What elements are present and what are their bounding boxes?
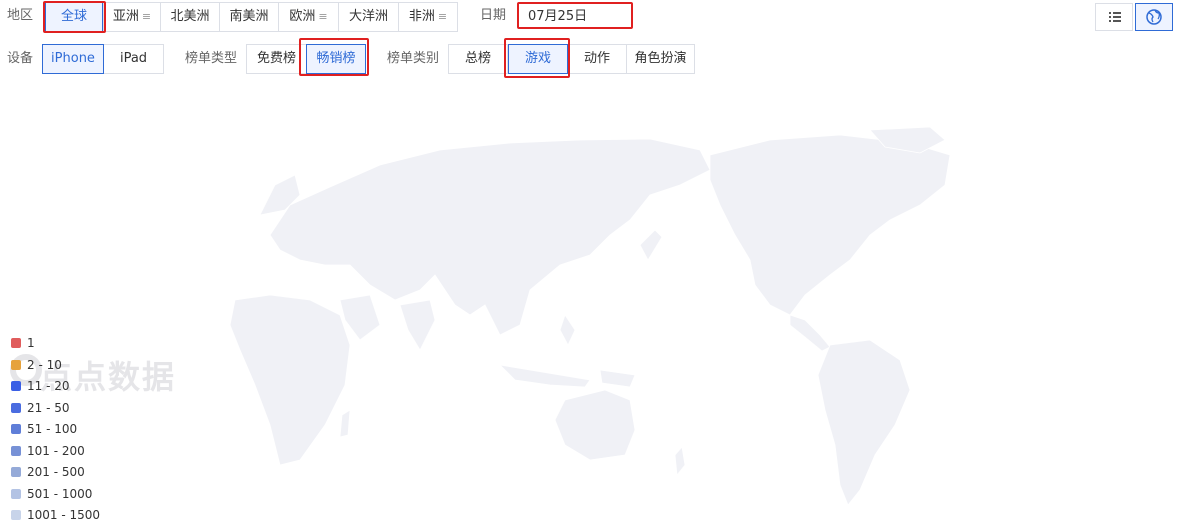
legend-item[interactable]: 11 - 20 xyxy=(11,379,70,393)
category-action[interactable]: 动作 xyxy=(567,44,627,74)
globe-icon xyxy=(1146,9,1162,25)
region-tab-asia[interactable]: 亚洲 ≡ xyxy=(103,2,161,32)
world-map xyxy=(230,126,951,506)
legend-swatch xyxy=(11,445,21,456)
category-text: 角色扮演 xyxy=(634,51,687,66)
region-tab-south-america[interactable]: 南美洲 xyxy=(219,2,279,32)
region-tab-north-america[interactable]: 北美洲 xyxy=(160,2,220,32)
map-new-zealand xyxy=(674,446,686,477)
category-text: 游戏 xyxy=(524,51,551,66)
list-category-label: 榜单类别 xyxy=(387,51,440,66)
map-australia xyxy=(554,389,636,461)
legend-swatch xyxy=(11,510,21,520)
menu-icon: ≡ xyxy=(318,10,328,23)
legend-item[interactable]: 501 - 1000 xyxy=(11,487,92,501)
legend-item[interactable]: 51 - 100 xyxy=(11,422,77,436)
map-north-america xyxy=(709,134,951,316)
menu-icon: ≡ xyxy=(141,10,152,23)
legend-item[interactable]: 2 - 10 xyxy=(11,358,62,372)
legend-item[interactable]: 1001 - 1500 xyxy=(11,508,100,522)
date-input[interactable] xyxy=(520,4,630,30)
legend-swatch xyxy=(11,424,21,434)
map-view-button[interactable] xyxy=(1135,3,1173,31)
device-ipad[interactable]: iPad xyxy=(103,44,164,74)
legend-swatch xyxy=(11,381,21,391)
category-overall[interactable]: 总榜 xyxy=(448,44,508,74)
date-label: 日期 xyxy=(480,8,507,23)
list-view-button[interactable] xyxy=(1095,3,1133,31)
legend-item[interactable]: 21 - 50 xyxy=(11,401,70,415)
legend-swatch xyxy=(11,359,21,370)
device-iphone[interactable]: iPhone xyxy=(42,44,104,74)
region-label: 地区 xyxy=(7,8,34,23)
legend-item[interactable]: 101 - 200 xyxy=(11,444,85,458)
category-text: 动作 xyxy=(583,51,610,66)
region-tab-label: 北美洲 xyxy=(170,9,210,24)
menu-icon: ≡ xyxy=(437,10,448,23)
list-type-label: 榜单类型 xyxy=(185,51,238,66)
legend-swatch xyxy=(11,488,21,499)
category-rpg[interactable]: 角色扮演 xyxy=(626,44,695,74)
legend-item[interactable]: 1 xyxy=(11,336,35,350)
list-type-text: 畅销榜 xyxy=(316,51,356,66)
legend-swatch xyxy=(11,338,21,348)
legend-label: 1001 - 1500 xyxy=(27,508,101,522)
map-japan xyxy=(639,229,663,261)
device-label-text: iPad xyxy=(119,51,148,66)
legend-label: 2 - 10 xyxy=(27,357,62,372)
region-tab-global[interactable]: 全球 xyxy=(45,2,103,32)
device-label-text: iPhone xyxy=(51,51,95,66)
category-text: 总榜 xyxy=(464,51,491,66)
map-philippines xyxy=(559,314,576,346)
list-type-text: 免费榜 xyxy=(256,51,296,66)
map-madagascar xyxy=(339,409,351,438)
list-type-free[interactable]: 免费榜 xyxy=(246,44,307,74)
region-tab-oceania[interactable]: 大洋洲 xyxy=(338,2,399,32)
map-africa xyxy=(230,294,351,466)
legend-label: 21 - 50 xyxy=(27,400,70,415)
legend-item[interactable]: 201 - 500 xyxy=(11,465,85,479)
category-games[interactable]: 游戏 xyxy=(508,44,568,74)
list-icon xyxy=(1109,12,1121,22)
region-tab-europe[interactable]: 欧洲 ≡ xyxy=(278,2,339,32)
map-india xyxy=(399,299,436,351)
region-tab-africa[interactable]: 非洲 ≡ xyxy=(398,2,458,32)
legend-label: 501 - 1000 xyxy=(27,486,93,501)
map-new-guinea xyxy=(599,369,636,388)
region-tab-label: 非洲 xyxy=(408,9,435,24)
list-type-grossing[interactable]: 畅销榜 xyxy=(306,44,366,74)
legend-label: 51 - 100 xyxy=(27,422,78,436)
legend-label: 201 - 500 xyxy=(27,465,85,479)
region-tab-label: 欧洲 xyxy=(289,9,316,24)
legend-label: 101 - 200 xyxy=(27,443,85,458)
legend-label: 1 xyxy=(27,336,35,350)
legend-label: 11 - 20 xyxy=(27,379,70,393)
map-indonesia xyxy=(498,364,591,388)
map-south-america xyxy=(817,339,911,506)
legend-swatch xyxy=(11,467,21,477)
region-tab-label: 亚洲 xyxy=(112,9,139,24)
legend-swatch xyxy=(11,402,21,413)
region-tab-label: 全球 xyxy=(60,9,87,24)
device-label: 设备 xyxy=(7,51,34,66)
region-tab-label: 大洋洲 xyxy=(348,9,388,24)
map-eurasia xyxy=(269,138,711,336)
map-central-america xyxy=(789,314,831,352)
region-tab-label: 南美洲 xyxy=(229,9,269,24)
